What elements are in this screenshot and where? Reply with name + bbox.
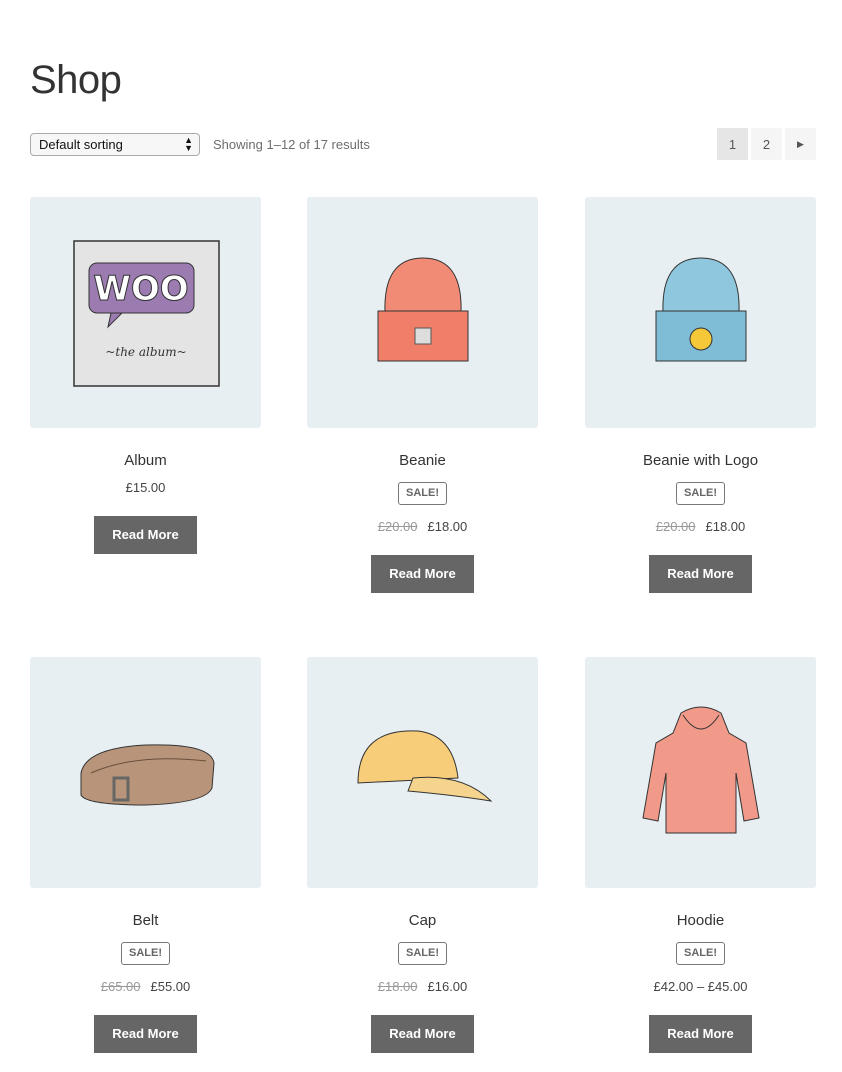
sale-badge: SALE! xyxy=(398,482,447,505)
sale-badge: SALE! xyxy=(398,942,447,965)
triangle-right-icon: ▶ xyxy=(797,138,804,149)
product-card: Cap SALE! £18.00 £16.00 Read More xyxy=(307,657,538,1053)
product-card: Hoodie SALE! £42.00 – £45.00 Read More xyxy=(585,657,816,1053)
read-more-button[interactable]: Read More xyxy=(94,1015,197,1053)
read-more-button[interactable]: Read More xyxy=(371,1015,474,1053)
product-price: £42.00 – £45.00 xyxy=(585,979,816,997)
current-price: £55.00 xyxy=(150,979,191,994)
select-arrows-icon: ▲ ▼ xyxy=(184,135,193,153)
current-price: £15.00 xyxy=(125,480,166,495)
page-2[interactable]: 2 xyxy=(751,128,782,160)
product-title[interactable]: Hoodie xyxy=(585,912,816,932)
read-more-button[interactable]: Read More xyxy=(371,555,474,593)
product-card: Beanie SALE! £20.00 £18.00 Read More xyxy=(307,197,538,593)
result-count: Showing 1–12 of 17 results xyxy=(213,137,370,152)
product-image[interactable] xyxy=(585,657,816,888)
sale-badge: SALE! xyxy=(676,942,725,965)
product-card: WOO ~the album~ Album £15.00 Read More xyxy=(30,197,261,554)
product-card: Belt SALE! £65.00 £55.00 Read More xyxy=(30,657,261,1053)
product-price: £18.00 £16.00 xyxy=(307,979,538,997)
product-image[interactable] xyxy=(585,197,816,428)
product-image[interactable]: WOO ~the album~ xyxy=(30,197,261,428)
original-price: £20.00 xyxy=(377,519,418,534)
svg-text:~the album~: ~the album~ xyxy=(105,345,186,359)
next-page-button[interactable]: ▶ xyxy=(785,128,816,160)
product-image[interactable] xyxy=(307,197,538,428)
product-card: Beanie with Logo SALE! £20.00 £18.00 Read… xyxy=(585,197,816,593)
read-more-button[interactable]: Read More xyxy=(94,516,197,554)
page-1[interactable]: 1 xyxy=(717,128,748,160)
current-price: £16.00 xyxy=(427,979,468,994)
product-title[interactable]: Beanie xyxy=(307,452,538,472)
sale-badge: SALE! xyxy=(676,482,725,505)
product-title[interactable]: Belt xyxy=(30,912,261,932)
product-title[interactable]: Beanie with Logo xyxy=(585,452,816,472)
original-price: £18.00 xyxy=(377,979,418,994)
original-price: £20.00 xyxy=(655,519,696,534)
product-price: £65.00 £55.00 xyxy=(30,979,261,997)
sort-value: Default sorting xyxy=(39,137,123,152)
read-more-button[interactable]: Read More xyxy=(649,1015,752,1053)
current-price: £42.00 – £45.00 xyxy=(653,979,748,994)
product-title[interactable]: Album xyxy=(30,452,261,472)
product-title[interactable]: Cap xyxy=(307,912,538,932)
svg-text:WOO: WOO xyxy=(93,269,188,309)
sale-badge: SALE! xyxy=(121,942,170,965)
current-price: £18.00 xyxy=(427,519,468,534)
page-title: Shop xyxy=(30,58,122,102)
read-more-button[interactable]: Read More xyxy=(649,555,752,593)
original-price: £65.00 xyxy=(100,979,141,994)
product-price: £15.00 xyxy=(30,480,261,498)
sort-select[interactable]: Default sorting ▲ ▼ xyxy=(30,133,200,156)
product-image[interactable] xyxy=(307,657,538,888)
product-price: £20.00 £18.00 xyxy=(307,519,538,537)
product-price: £20.00 £18.00 xyxy=(585,519,816,537)
pagination: 1 2 ▶ xyxy=(717,128,816,160)
product-image[interactable] xyxy=(30,657,261,888)
current-price: £18.00 xyxy=(705,519,746,534)
